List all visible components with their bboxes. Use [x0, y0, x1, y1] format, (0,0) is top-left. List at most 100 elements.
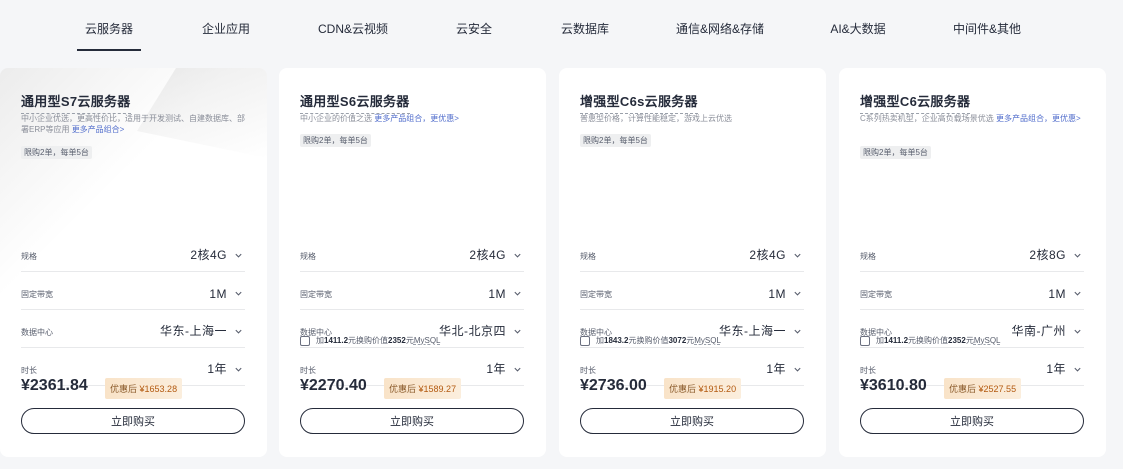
- spec-label: 规格: [300, 252, 316, 261]
- duration-value: 1年: [1046, 362, 1066, 376]
- spec-select[interactable]: 规格 2核4G: [21, 234, 245, 272]
- bandwidth-value: 1M: [768, 287, 786, 301]
- spec-select[interactable]: 规格 2核4G: [580, 234, 804, 272]
- chevron-down-icon: [794, 367, 801, 372]
- chevron-down-icon: [1074, 291, 1081, 296]
- price: ¥2270.40: [300, 377, 367, 394]
- buy-now-button[interactable]: 立即购买: [580, 408, 804, 434]
- chevron-down-icon: [235, 291, 242, 296]
- tab-cloud-security[interactable]: 云安全: [456, 20, 492, 37]
- buy-now-button[interactable]: 立即购买: [21, 408, 245, 434]
- mysql-addon-option[interactable]: 加 1411.2 元换购价值 2352 元 MySQL: [860, 335, 1001, 346]
- chevron-down-icon: [1074, 367, 1081, 372]
- mysql-addon-option[interactable]: 加 1411.2 元换购价值 2352 元 MySQL: [300, 335, 441, 346]
- datacenter-select[interactable]: 数据中心 华东-上海一: [21, 310, 245, 348]
- chevron-down-icon: [235, 253, 242, 258]
- spec-value: 2核4G: [749, 248, 786, 262]
- chevron-down-icon: [235, 367, 242, 372]
- chevron-down-icon: [514, 253, 521, 258]
- duration-label: 时长: [860, 366, 876, 375]
- duration-value: 1年: [486, 362, 506, 376]
- datacenter-value: 华东-上海一: [160, 324, 227, 338]
- card-title: 增强型C6云服务器: [860, 91, 971, 114]
- purchase-limit-badge: 限购2单，每单5台: [21, 146, 92, 159]
- price: ¥2736.00: [580, 377, 647, 394]
- duration-label: 时长: [21, 366, 37, 375]
- spec-label: 规格: [580, 252, 596, 261]
- addon-checkbox[interactable]: [580, 335, 590, 346]
- spec-label: 规格: [21, 252, 37, 261]
- tab-enterprise-apps[interactable]: 企业应用: [202, 20, 250, 37]
- duration-label: 时长: [580, 366, 596, 375]
- price: ¥3610.80: [860, 377, 927, 394]
- chevron-down-icon: [794, 329, 801, 334]
- chevron-down-icon: [514, 291, 521, 296]
- bandwidth-label: 固定带宽: [860, 290, 892, 299]
- chevron-down-icon: [794, 253, 801, 258]
- bandwidth-select[interactable]: 固定带宽 1M: [21, 272, 245, 310]
- bandwidth-value: 1M: [1048, 287, 1066, 301]
- spec-select[interactable]: 规格 2核4G: [300, 234, 524, 272]
- spec-select[interactable]: 规格 2核8G: [860, 234, 1084, 272]
- discount-badge: 优惠后 ¥1589.27: [384, 378, 462, 399]
- duration-value: 1年: [766, 362, 786, 376]
- datacenter-value: 华东-上海一: [719, 324, 786, 338]
- bandwidth-label: 固定带宽: [300, 290, 332, 299]
- category-tabs: 云服务器 企业应用 CDN&云视频 云安全 云数据库 通信&网络&存储 AI&大…: [0, 0, 1123, 51]
- bandwidth-select[interactable]: 固定带宽 1M: [580, 272, 804, 310]
- datacenter-value: 华南-广州: [1011, 324, 1066, 338]
- duration-label: 时长: [300, 366, 316, 375]
- addon-checkbox[interactable]: [300, 335, 310, 346]
- card-description: C系列热卖机型，企业高负载场景优选 更多产品组合，更优惠>: [860, 114, 1081, 123]
- bandwidth-label: 固定带宽: [580, 290, 612, 299]
- chevron-down-icon: [1074, 253, 1081, 258]
- duration-value: 1年: [207, 362, 227, 376]
- bandwidth-value: 1M: [209, 287, 227, 301]
- product-card-c6: 增强型C6云服务器 C系列热卖机型，企业高负载场景优选 更多产品组合，更优惠> …: [839, 68, 1106, 457]
- chevron-down-icon: [1074, 329, 1081, 334]
- discount-badge: 优惠后 ¥1653.28: [105, 378, 183, 399]
- discount-badge: 优惠后 ¥2527.55: [944, 378, 1022, 399]
- bandwidth-value: 1M: [488, 287, 506, 301]
- spec-value: 2核4G: [469, 248, 506, 262]
- tab-cloud-server[interactable]: 云服务器: [76, 20, 142, 51]
- more-products-link[interactable]: 更多产品组合，更优惠>: [996, 114, 1081, 123]
- chevron-down-icon: [794, 291, 801, 296]
- bandwidth-label: 固定带宽: [21, 290, 53, 299]
- tab-cdn-video[interactable]: CDN&云视频: [318, 20, 388, 37]
- bandwidth-select[interactable]: 固定带宽 1M: [860, 272, 1084, 310]
- spec-value: 2核8G: [1029, 248, 1066, 262]
- card-title: 通用型S6云服务器: [300, 91, 410, 114]
- card-description: 中小企业优选，更高性价比，适用于开发测试、自建数据库、部署ERP等应用 更多产品…: [21, 114, 245, 134]
- spec-value: 2核4G: [190, 248, 227, 262]
- buy-now-button[interactable]: 立即购买: [860, 408, 1084, 434]
- tab-cloud-database[interactable]: 云数据库: [561, 20, 609, 37]
- datacenter-label: 数据中心: [21, 328, 53, 337]
- bandwidth-select[interactable]: 固定带宽 1M: [300, 272, 524, 310]
- tab-middleware[interactable]: 中间件&其他: [953, 20, 1021, 37]
- spec-label: 规格: [860, 252, 876, 261]
- chevron-down-icon: [514, 329, 521, 334]
- price: ¥2361.84: [21, 377, 88, 394]
- chevron-down-icon: [514, 367, 521, 372]
- purchase-limit-badge: 限购2单，每单5台: [300, 134, 371, 147]
- tab-network-storage[interactable]: 通信&网络&存储: [676, 20, 764, 37]
- card-title: 增强型C6s云服务器: [580, 91, 698, 114]
- product-card-c6s: 增强型C6s云服务器 普惠型价格，计算性能稳定，游戏上云优选 限购2单，每单5台…: [559, 68, 826, 457]
- datacenter-value: 华北-北京四: [439, 324, 506, 338]
- card-description: 普惠型价格，计算性能稳定，游戏上云优选: [580, 114, 732, 123]
- more-products-link[interactable]: 更多产品组合>: [72, 125, 125, 134]
- card-title: 通用型S7云服务器: [21, 91, 131, 114]
- addon-checkbox[interactable]: [860, 335, 870, 346]
- discount-badge: 优惠后 ¥1915.20: [664, 378, 742, 399]
- mysql-addon-option[interactable]: 加 1843.2 元换购价值 3072 元 MySQL: [580, 335, 721, 346]
- purchase-limit-badge: 限购2单，每单5台: [860, 146, 931, 159]
- card-description: 中小企业的价值之选 更多产品组合，更优惠>: [300, 114, 459, 123]
- chevron-down-icon: [235, 329, 242, 334]
- product-card-s6: 通用型S6云服务器 中小企业的价值之选 更多产品组合，更优惠> 限购2单，每单5…: [279, 68, 546, 457]
- tab-ai-bigdata[interactable]: AI&大数据: [830, 20, 885, 37]
- product-card-s7: 通用型S7云服务器 中小企业优选，更高性价比，适用于开发测试、自建数据库、部署E…: [0, 68, 267, 457]
- buy-now-button[interactable]: 立即购买: [300, 408, 524, 434]
- more-products-link[interactable]: 更多产品组合，更优惠>: [374, 114, 459, 123]
- purchase-limit-badge: 限购2单，每单5台: [580, 134, 651, 147]
